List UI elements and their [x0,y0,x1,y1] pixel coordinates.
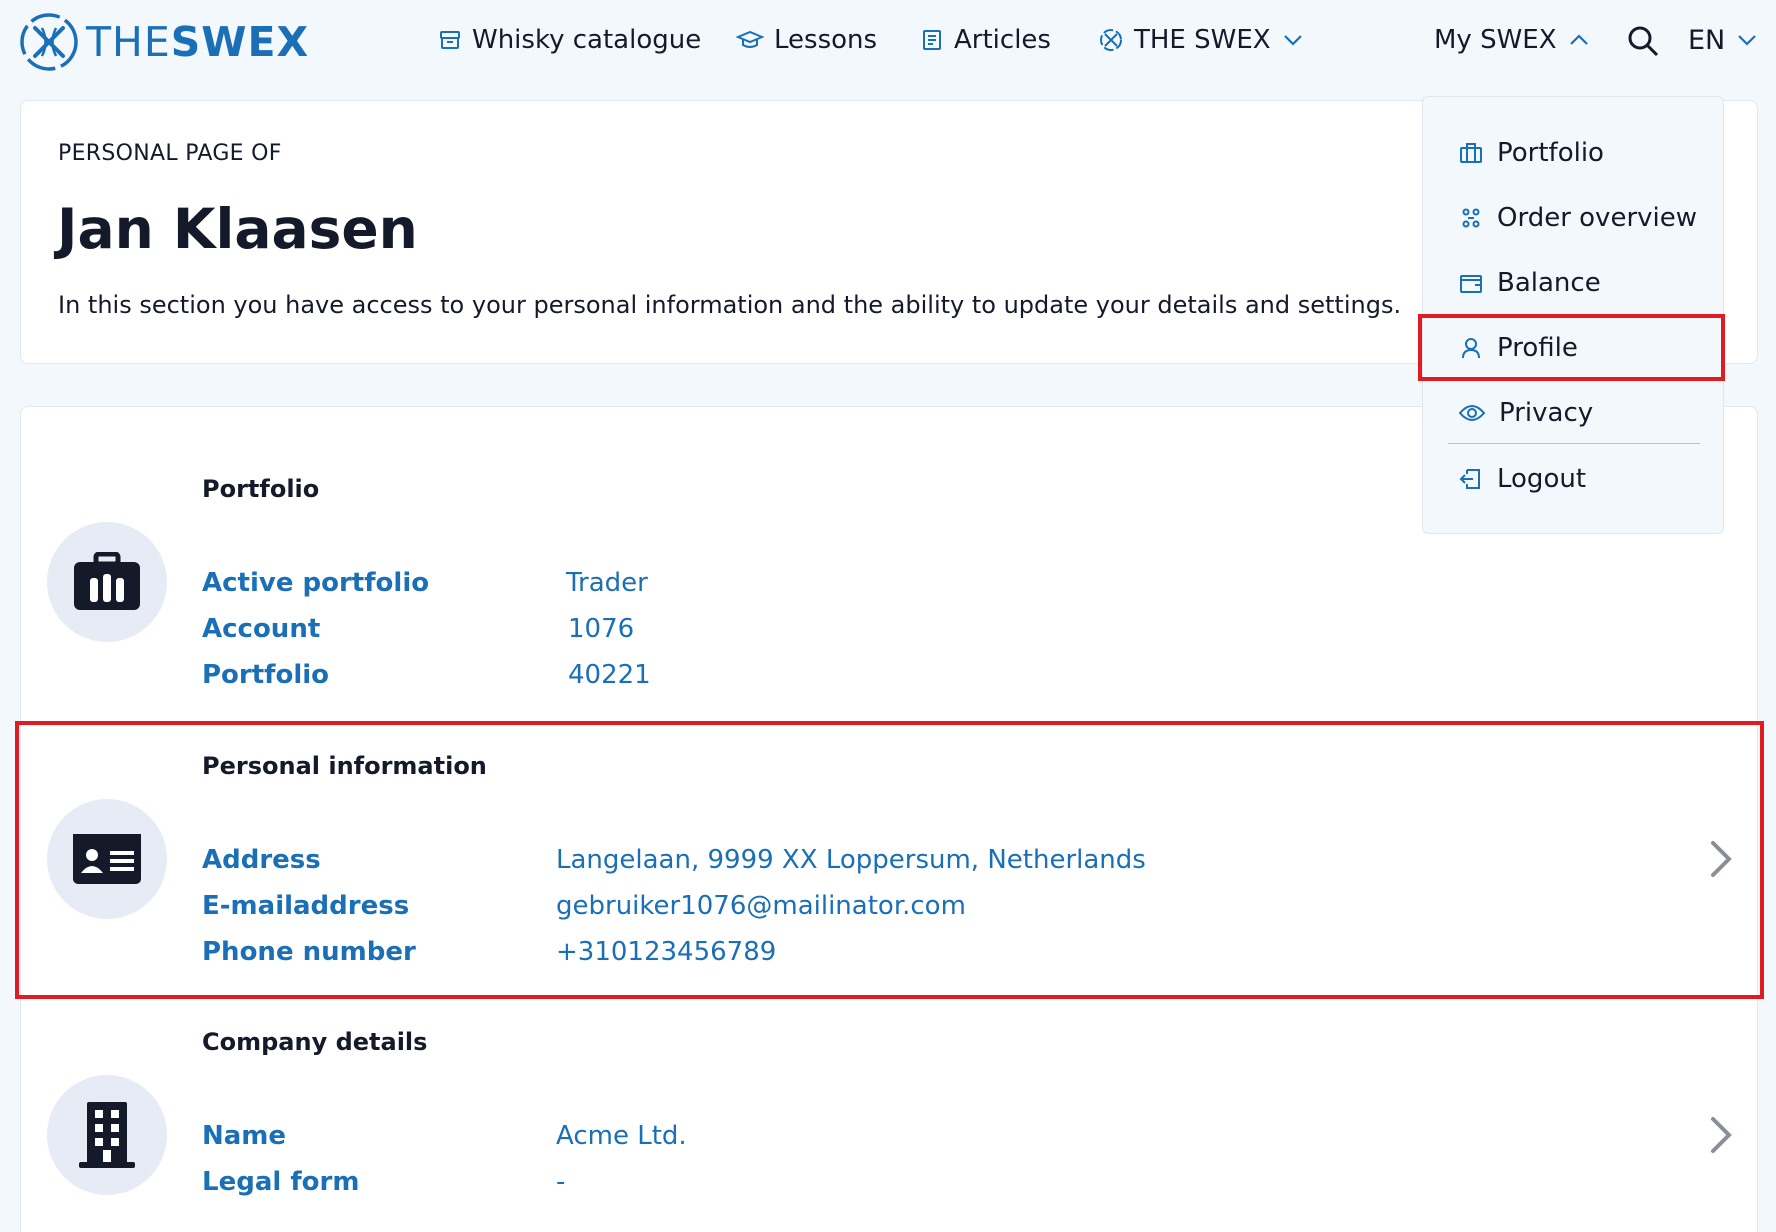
company-value-name: Acme Ltd. [556,1121,687,1151]
eye-icon [1459,405,1485,421]
company-label-name: Name [202,1121,287,1151]
swex-logo-icon [20,13,78,71]
menu-item-portfolio[interactable]: Portfolio [1459,133,1604,173]
chevron-right-icon[interactable] [1707,1115,1735,1155]
logo-name: SWEX [170,17,310,66]
nav-whisky-catalogue[interactable]: Whisky catalogue [438,20,701,60]
menu-item-order-overview[interactable]: Order overview [1459,198,1697,238]
chevron-down-icon [1283,35,1302,46]
menu-item-label: Portfolio [1497,138,1604,168]
chevron-right-icon[interactable] [1707,839,1735,879]
company-value-legal-form: - [556,1167,566,1197]
my-swex-dropdown: Portfolio Order overview Balance Profile… [1422,96,1724,534]
personal-value-address: Langelaan, 9999 XX Loppersum, Netherland… [556,845,1146,875]
portfolio-value-active: Trader [566,568,648,598]
nav-whisky-label: Whisky catalogue [472,25,702,55]
user-icon [1462,338,1480,359]
menu-item-label: Order overview [1497,203,1698,233]
logo[interactable]: THESWEX [18,12,309,72]
id-card-icon [73,834,141,884]
portfolio-label-active: Active portfolio [202,568,430,598]
nav-my-swex[interactable]: My SWEX [1434,20,1599,60]
top-navigation: THESWEX Whisky catalogue Lessons Article… [0,0,1776,88]
nav-lessons[interactable]: Lessons [736,20,877,60]
portfolio-section-icon [47,522,167,642]
nav-theswex-label: THE SWEX [1134,25,1271,55]
personal-label-address: Address [202,845,321,875]
building-icon [79,1102,135,1168]
portfolio-label-account: Account [202,614,321,644]
company-section-title: Company details [202,1028,428,1056]
briefcase-icon [1460,143,1482,163]
briefcase-bottles-icon [74,552,140,610]
personal-label-phone: Phone number [202,937,416,967]
wallet-icon [1460,275,1482,293]
personal-value-phone: +310123456789 [556,937,777,967]
company-section-icon [47,1075,167,1195]
menu-separator [1448,443,1700,444]
portfolio-label-portfolio: Portfolio [202,660,330,690]
company-label-legal-form: Legal form [202,1167,360,1197]
logout-icon [1459,469,1480,489]
menu-item-label: Balance [1497,268,1601,298]
portfolio-value-account: 1076 [568,614,635,644]
language-label: EN [1688,24,1726,56]
page-eyebrow: PERSONAL PAGE OF [58,141,282,166]
personal-section-icon [47,799,167,919]
menu-item-logout[interactable]: Logout [1459,459,1586,499]
page-description: In this section you have access to your … [58,291,1402,319]
menu-item-label: Logout [1497,464,1587,494]
menu-item-label: Privacy [1499,398,1594,428]
menu-item-balance[interactable]: Balance [1459,263,1601,303]
portfolio-value-portfolio: 40221 [568,660,651,690]
personal-section-title: Personal information [202,752,487,780]
chevron-down-icon [1738,35,1757,46]
company-details-section[interactable]: Company details Name Acme Ltd. Legal for… [21,998,1759,1232]
personal-information-section[interactable]: Personal information Address Langelaan, … [21,722,1759,998]
document-icon [923,30,941,50]
portfolio-section-title: Portfolio [202,475,320,503]
nav-theswex[interactable]: THE SWEX [1098,20,1313,60]
menu-item-label: Profile [1497,333,1578,363]
logo-prefix: THE [86,17,171,66]
catalogue-icon [440,31,460,49]
personal-value-email: gebruiker1076@mailinator.com [556,891,966,921]
personal-label-email: E-mailaddress [202,891,410,921]
search-icon[interactable] [1626,24,1660,58]
nav-articles-label: Articles [954,25,1051,55]
swex-mini-icon [1100,29,1122,51]
nav-articles[interactable]: Articles [920,20,1051,60]
chevron-up-icon [1569,34,1588,45]
nav-lessons-label: Lessons [774,25,878,55]
nav-my-swex-label: My SWEX [1434,25,1557,55]
language-selector[interactable]: EN [1688,20,1757,60]
menu-item-profile[interactable]: Profile [1459,328,1578,368]
page-title: Jan Klaasen [57,197,418,261]
menu-item-privacy[interactable]: Privacy [1459,393,1593,433]
graduation-cap-icon [736,30,764,48]
order-icon [1462,208,1480,228]
